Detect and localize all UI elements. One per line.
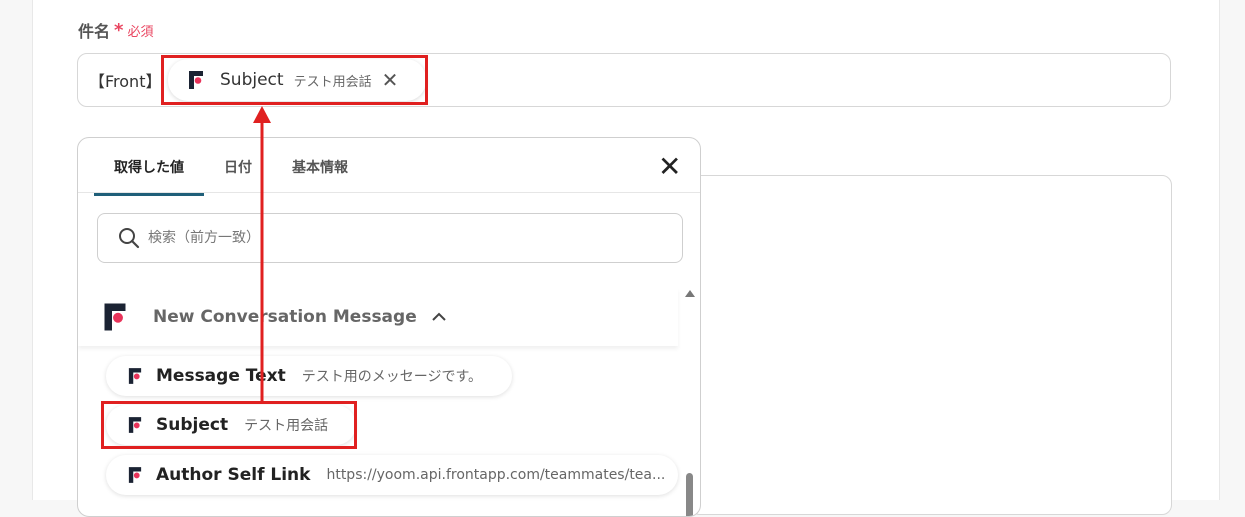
list-item-message-text[interactable]: Message Text テスト用のメッセージです。 bbox=[106, 356, 512, 396]
picker-tabs: 取得した値 日付 基本情報 bbox=[94, 158, 368, 196]
required-text: 必須 bbox=[127, 24, 154, 40]
field-label: 件名 * 必須 bbox=[78, 18, 153, 42]
close-icon[interactable]: ✕ bbox=[658, 150, 681, 183]
front-logo-icon bbox=[189, 71, 203, 89]
chip-name: Subject bbox=[220, 70, 284, 90]
item-value: テスト用会話 bbox=[244, 418, 329, 434]
search-icon bbox=[119, 228, 140, 249]
item-value: テスト用のメッセージです。 bbox=[301, 369, 483, 385]
required-mark: * bbox=[114, 19, 124, 41]
tab-acquired-values[interactable]: 取得した値 bbox=[94, 158, 204, 196]
subject-variable-chip[interactable]: Subject テスト用会話 ✕ bbox=[168, 59, 426, 101]
chip-sample-value: テスト用会話 bbox=[293, 74, 372, 90]
tab-basic-info[interactable]: 基本情報 bbox=[272, 158, 368, 192]
scroll-thumb[interactable] bbox=[686, 473, 693, 516]
front-logo-icon bbox=[128, 467, 142, 483]
front-logo-icon bbox=[128, 417, 142, 433]
front-logo-icon bbox=[128, 368, 142, 384]
list-item-subject[interactable]: Subject テスト用会話 bbox=[106, 405, 356, 445]
item-name: Author Self Link bbox=[156, 465, 311, 485]
variable-picker-popup: 取得した値 日付 基本情報 ✕ New Conversation Message… bbox=[77, 137, 701, 517]
tabs-divider bbox=[78, 192, 700, 193]
item-name: Message Text bbox=[156, 366, 286, 386]
subject-prefix-text: 【Front】 bbox=[89, 72, 162, 91]
chip-remove-icon[interactable]: ✕ bbox=[382, 68, 399, 92]
group-header-new-conversation-message[interactable]: New Conversation Message bbox=[78, 288, 678, 346]
chevron-up-icon[interactable] bbox=[431, 312, 447, 322]
scroll-up-arrow-icon[interactable] bbox=[685, 290, 695, 297]
body-textarea[interactable] bbox=[690, 175, 1172, 515]
search-field[interactable] bbox=[97, 213, 683, 263]
list-item-author-self-link[interactable]: Author Self Link https://yoom.api.fronta… bbox=[106, 455, 678, 495]
group-title: New Conversation Message bbox=[153, 307, 417, 327]
tab-date[interactable]: 日付 bbox=[204, 158, 272, 192]
field-label-text: 件名 bbox=[78, 22, 111, 41]
item-name: Subject bbox=[156, 415, 229, 435]
scrollbar[interactable] bbox=[683, 288, 697, 516]
search-input[interactable] bbox=[146, 229, 650, 247]
item-value: https://yoom.api.frontapp.com/teammates/… bbox=[326, 467, 666, 483]
front-logo-icon bbox=[104, 303, 126, 331]
